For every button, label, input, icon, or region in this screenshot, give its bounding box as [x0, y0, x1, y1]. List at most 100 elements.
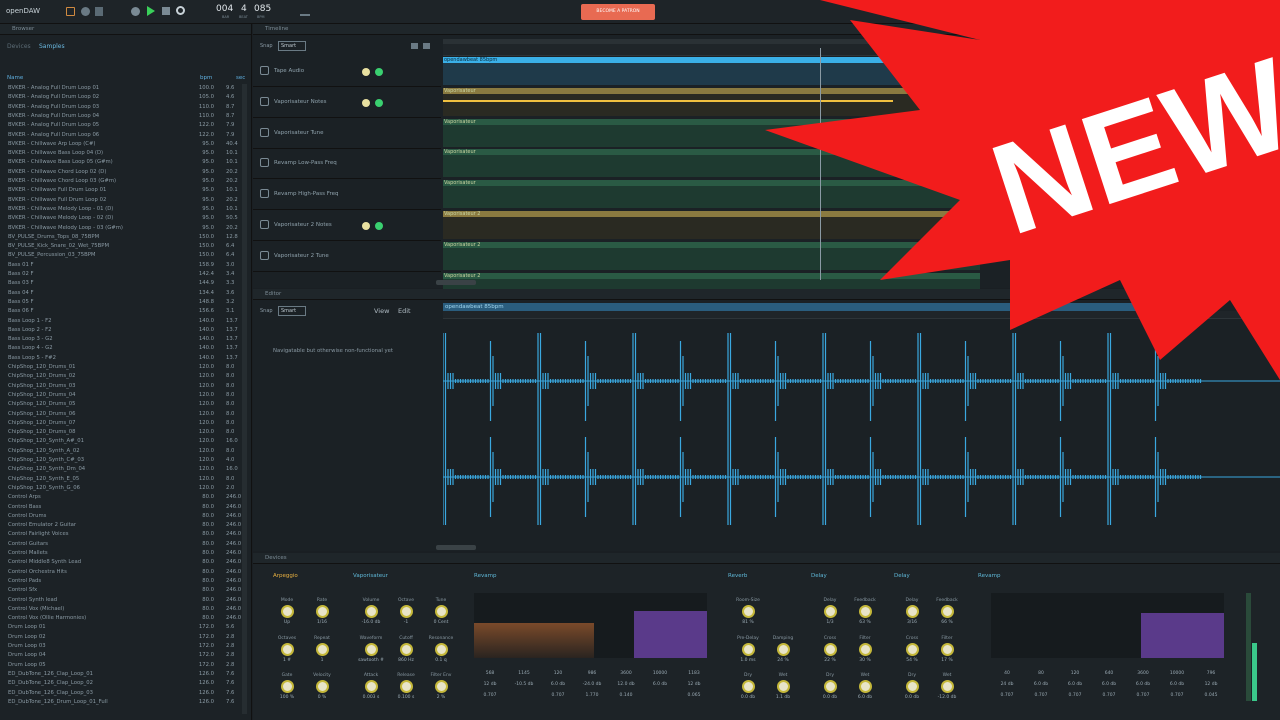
editor-snap-select[interactable]: Smart [278, 306, 306, 316]
list-item[interactable]: ChipShop_120_Synth_A#_01 120.0 16.0 [0, 437, 240, 446]
band-freq[interactable]: 10000 [1159, 671, 1195, 676]
knob[interactable] [906, 605, 919, 618]
band-freq[interactable]: 10000 [642, 671, 678, 676]
list-item[interactable]: BV_PULSE_Percussion_03_75BPM 150.0 6.4 [0, 251, 240, 260]
band-gain[interactable]: 6.0 db [1057, 682, 1093, 687]
list-item[interactable]: Control Pads 80.0 246.0 [0, 577, 241, 586]
list-item[interactable]: Control Mallets 80.0 246.0 [0, 549, 241, 558]
list-item[interactable]: Bass Loop 2 - F2 140.0 13.7 [0, 326, 240, 335]
list-item[interactable]: BVKER - Analog Full Drum Loop 03 110.0 8.7 [0, 103, 240, 112]
list-item[interactable]: ED_DubTone_126_Clap_Loop_02 126.0 7.6 [0, 679, 240, 688]
device-header[interactable]: Arpeggio [273, 571, 298, 582]
band-gain[interactable]: 12 db [1193, 682, 1229, 687]
list-item[interactable]: Bass 02 F 142.4 3.4 [0, 270, 240, 279]
band-freq[interactable]: 1183 [676, 671, 712, 676]
list-item[interactable]: ChipShop_120_Drums_04 120.0 8.0 [0, 391, 240, 400]
timeline-scrollbar[interactable] [436, 280, 476, 285]
band-q[interactable]: 0.140 [608, 693, 644, 698]
device-header[interactable]: Revamp [978, 571, 1000, 582]
metronome-icon[interactable] [66, 7, 75, 16]
band-q[interactable]: 0.065 [676, 693, 712, 698]
list-item[interactable]: BVKER - Chillwave Melody Loop - 03 (G#m)… [0, 224, 240, 233]
list-item[interactable]: BVKER - Chillwave Full Drum Loop 02 95.0 2… [0, 196, 240, 205]
track-header[interactable]: Revamp Low-Pass Freq [253, 149, 441, 180]
list-item[interactable]: Control Synth lead 80.0 246.0 [0, 596, 241, 605]
knob[interactable] [316, 605, 329, 618]
knob[interactable] [435, 643, 448, 656]
list-item[interactable]: Bass 06 F 156.6 3.1 [0, 307, 240, 316]
list-item[interactable]: ChipShop_120_Drums_01 120.0 8.0 [0, 363, 240, 372]
band-freq[interactable]: 568 [472, 671, 508, 676]
column-name[interactable]: Name [7, 75, 23, 81]
band-gain[interactable]: -10.5 db [506, 682, 542, 687]
list-item[interactable]: BV_PULSE_Kick_Snare_02_Wet_75BPM 150.0 6.4 [0, 242, 240, 251]
list-item[interactable]: Drum Loop 05 172.0 2.8 [0, 661, 240, 670]
eq-display-2[interactable] [991, 593, 1224, 658]
band-q[interactable]: 0.707 [989, 693, 1025, 698]
knob[interactable] [824, 605, 837, 618]
band-freq[interactable]: 3600 [608, 671, 644, 676]
knob[interactable] [281, 605, 294, 618]
list-item[interactable]: Control Vox (Ollie Harmonies) 80.0 246.0 [0, 614, 241, 623]
list-item[interactable]: Bass Loop 5 - F#2 140.0 13.7 [0, 354, 240, 363]
help-icon[interactable] [81, 7, 90, 16]
list-item[interactable]: ChipShop_120_Drums_08 120.0 8.0 [0, 428, 240, 437]
knob[interactable] [941, 680, 954, 693]
tab-devices[interactable]: Devices [7, 43, 31, 50]
knob[interactable] [777, 680, 790, 693]
list-item[interactable]: BVKER - Chillwave Bass Loop 04 (D) 95.0 10… [0, 149, 240, 158]
knob[interactable] [742, 605, 755, 618]
knob[interactable] [316, 643, 329, 656]
list-item[interactable]: Control Guitars 80.0 246.0 [0, 540, 241, 549]
list-item[interactable]: Control Drums 80.0 246.0 [0, 512, 241, 521]
list-item[interactable]: BVKER - Chillwave Bass Loop 05 (G#m) 95.0… [0, 158, 240, 167]
band-gain[interactable]: 12 db [676, 682, 712, 687]
track-header[interactable]: Vaporisateur Tune [253, 119, 441, 149]
knob[interactable] [365, 643, 378, 656]
band-q[interactable]: 0.707 [1057, 693, 1093, 698]
list-item[interactable]: BVKER - Chillwave Melody Loop - 01 (D) 95… [0, 205, 240, 214]
knob[interactable] [316, 680, 329, 693]
band-q[interactable]: 0.707 [1125, 693, 1161, 698]
list-item[interactable]: BVKER - Chillwave Chord Loop 03 (G#m) 95.… [0, 177, 240, 186]
knob[interactable] [824, 643, 837, 656]
track-header[interactable]: Vaporisateur 2 Notes [253, 211, 441, 241]
band-q[interactable]: 0.707 [540, 693, 576, 698]
list-item[interactable]: ChipShop_120_Synth_C#_03 120.0 4.0 [0, 456, 240, 465]
list-item[interactable]: ChipShop_120_Synth_Dm_04 120.0 16.0 [0, 465, 240, 474]
knob[interactable] [859, 643, 872, 656]
band-gain[interactable]: 6.0 db [1159, 682, 1195, 687]
band-freq[interactable]: 3600 [1125, 671, 1161, 676]
list-item[interactable]: BVKER - Analog Full Drum Loop 06 122.0 7.9 [0, 131, 240, 140]
list-item[interactable]: Drum Loop 04 172.0 2.8 [0, 651, 240, 660]
list-item[interactable]: Control Vox (Michael) 80.0 246.0 [0, 605, 241, 614]
knob[interactable] [281, 680, 294, 693]
list-item[interactable]: ED_DubTone_126_Clap_Loop_03 126.0 7.6 [0, 689, 240, 698]
list-item[interactable]: ChipShop_120_Drums_02 120.0 8.0 [0, 372, 240, 381]
device-header[interactable]: Revamp [474, 571, 496, 582]
list-item[interactable]: BVKER - Chillwave Full Drum Loop 01 95.0 1… [0, 186, 240, 195]
band-q[interactable]: 0.045 [1193, 693, 1229, 698]
scrollbar[interactable] [242, 84, 247, 714]
solo-toggle[interactable] [362, 68, 370, 76]
band-q[interactable]: 0.707 [1091, 693, 1127, 698]
device-header[interactable]: Delay [894, 571, 910, 582]
track-header[interactable]: Vaporisateur 2 Tune [253, 242, 441, 272]
band-q[interactable]: 0.707 [1023, 693, 1059, 698]
become-patron-button[interactable]: BECOME A PATRON [581, 4, 655, 20]
device-header[interactable]: Vaporisateur [353, 571, 388, 582]
list-item[interactable]: Drum Loop 03 172.0 2.8 [0, 642, 240, 651]
list-item[interactable]: Control Fairlight Voices 80.0 246.0 [0, 530, 241, 539]
band-gain[interactable]: 6.0 db [540, 682, 576, 687]
list-item[interactable]: ChipShop_120_Drums_06 120.0 8.0 [0, 410, 240, 419]
list-item[interactable]: ChipShop_120_Synth_E_05 120.0 8.0 [0, 475, 240, 484]
save-icon[interactable] [411, 43, 418, 49]
knob[interactable] [365, 680, 378, 693]
knob[interactable] [859, 680, 872, 693]
editor-scrollbar[interactable] [436, 545, 476, 550]
record-button[interactable] [131, 7, 140, 16]
band-freq[interactable]: 40 [989, 671, 1025, 676]
knob[interactable] [941, 605, 954, 618]
list-item[interactable]: Control Middle8 Synth Lead 80.0 246.0 [0, 558, 241, 567]
track-header[interactable]: Revamp High-Pass Freq [253, 180, 441, 211]
